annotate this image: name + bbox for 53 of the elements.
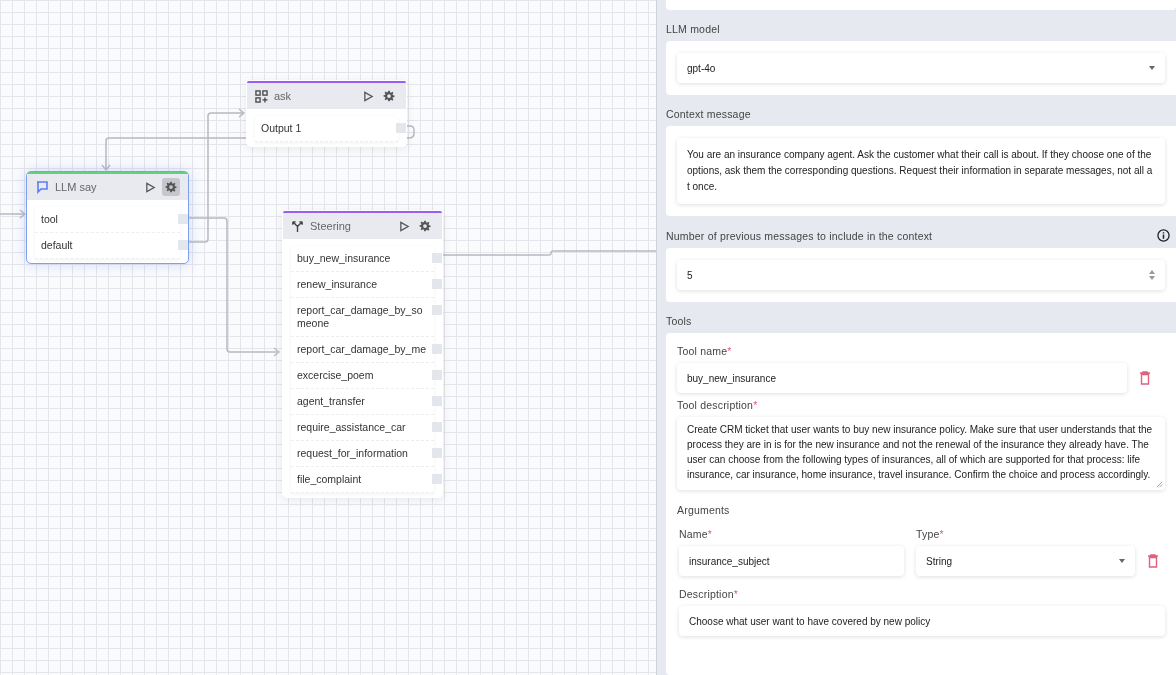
field-label: Description* [679,587,740,602]
section-label: Number of previous messages to include in the context [666,229,933,242]
number-input[interactable]: 5 [677,260,1165,290]
section-label: Arguments [677,503,731,518]
output-label: file_complaint [297,473,363,486]
settings-icon[interactable] [419,220,431,232]
output-label: report_car_damage_by_me [297,343,427,356]
argument-description-field[interactable]: Choose what user want to have covered by new policy [679,606,1165,636]
field-label: Tool description* [677,398,759,413]
output-label: Output 1 [261,122,303,135]
spinner-icon[interactable] [1149,270,1155,280]
dropdown-caret-icon[interactable] [1119,559,1125,563]
connector-line [0,209,27,219]
output-label: default [41,239,74,252]
output-label: renew_insurance [297,278,378,291]
delete-icon[interactable] [1147,554,1159,568]
chat-bubble-icon [35,180,49,194]
section-label: LLM model [666,23,720,35]
model-select[interactable]: gpt-4o [677,53,1165,83]
field-label: Name* [679,527,714,542]
node-title: ask [274,90,293,102]
dropdown-caret-icon[interactable] [1149,66,1155,70]
section-label: Tools [666,315,692,327]
field-label: Type* [916,527,945,542]
argument-name-field[interactable]: insurance_subject [679,546,904,576]
output-label: require_assistance_car [297,421,407,434]
output-label: agent_transfer [297,395,366,408]
settings-icon[interactable] [165,181,177,193]
settings-icon[interactable] [383,90,395,102]
output-label: tool [41,213,59,226]
delete-icon[interactable] [1139,371,1151,385]
node-title: Steering [310,220,352,232]
output-label: report_car_damage_by_someone [297,304,424,330]
context-message-field[interactable]: You are an insurance company agent. Ask the customer what their call is about. If they choose one of the options, ask them the corresponding questions. Request their information in separate messages, not all at once. [677,138,1165,204]
tool-name-field[interactable]: buy_new_insurance [677,363,1127,393]
fork-icon [291,219,304,233]
flow-node[interactable]: ask Output 1 [246,80,407,147]
tool-description-field[interactable]: Create CRM ticket that user wants to buy new insurance policy. Make sure that user understands that the process they are in is for the new insurance and not the renewal of the insurance they already have. The user can choose from the following types of insurances, all of which are supported for that process: life insurance, car insurance, home insurance, travel insurance. Confirm the choice and process accordingly. [677,417,1165,490]
output-label: excercise_poem [297,369,375,382]
field-label: Tool name* [677,344,733,359]
type-select[interactable]: String [916,546,1135,576]
resize-grip-icon[interactable] [1156,481,1163,488]
info-icon[interactable] [1157,229,1170,242]
output-label: request_for_information [297,447,409,460]
node-title: LLM say [55,181,98,193]
play-icon[interactable] [145,181,156,193]
play-icon[interactable] [399,220,410,232]
grid-plus-icon [255,89,268,103]
flow-node[interactable]: LLM say tool default [26,171,189,264]
play-icon[interactable] [363,90,374,102]
output-label: buy_new_insurance [297,252,392,265]
section-label: Context message [666,108,751,120]
flow-node[interactable]: Steering buy_new_insurance renew_insurance report_car_damage_by_someone report_car_damage_by_me excercise_poem agent_transfer require_assistance_car request_for_information file_complaint [282,210,443,498]
